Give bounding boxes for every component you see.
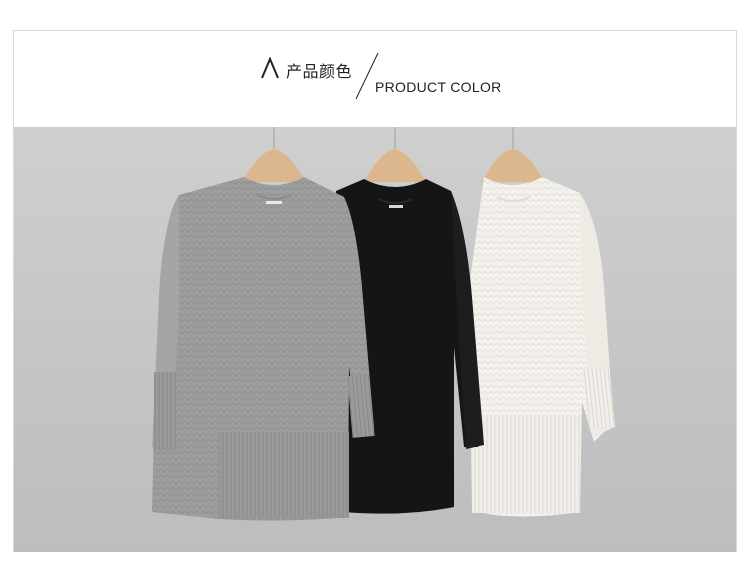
section-title-cn: 产品颜色 xyxy=(286,62,353,81)
section-header: 产品颜色 PRODUCT COLOR xyxy=(14,31,736,127)
grey-sweater-dress xyxy=(152,177,375,521)
product-photo-illustration xyxy=(14,127,736,552)
product-photo xyxy=(14,127,736,552)
section-title-en: PRODUCT COLOR xyxy=(375,79,502,95)
product-color-panel: 产品颜色 PRODUCT COLOR xyxy=(13,30,737,552)
caret-logo-icon xyxy=(261,57,279,79)
